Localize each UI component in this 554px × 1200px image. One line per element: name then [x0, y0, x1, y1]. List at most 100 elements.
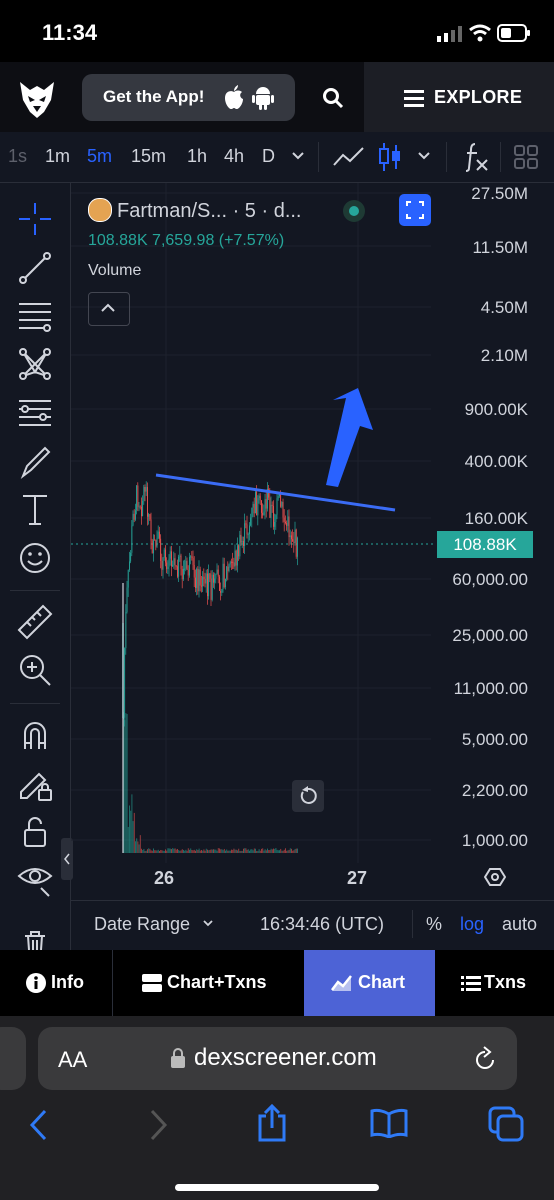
url-text[interactable]: dexscreener.com [194, 1044, 377, 1072]
tab-info[interactable]: Info [0, 950, 112, 1016]
timeframe-5m[interactable]: 5m [87, 146, 112, 167]
volume-bar [173, 848, 175, 853]
volume-bar [195, 850, 196, 853]
candles-icon[interactable] [378, 142, 402, 172]
candle-body [233, 562, 235, 567]
tab-chart-txns[interactable]: Chart+Txns [113, 950, 303, 1016]
candle-body [183, 568, 184, 580]
candle-body [274, 522, 276, 527]
layout-grid-icon[interactable] [514, 145, 538, 169]
previous-tab[interactable] [0, 1027, 26, 1090]
divider [446, 142, 447, 172]
fib-retracement-icon[interactable] [15, 296, 55, 336]
volume-bar [144, 850, 146, 853]
settings-icon[interactable] [484, 866, 506, 888]
candle-body [282, 501, 284, 518]
trend-line-icon[interactable] [15, 248, 55, 288]
unlock-icon[interactable] [15, 812, 55, 852]
chevron-down-icon[interactable] [417, 151, 431, 161]
search-icon[interactable] [322, 87, 344, 109]
reader-settings-button[interactable]: AA [58, 1047, 87, 1073]
reload-icon[interactable] [473, 1046, 497, 1072]
candle-body [213, 574, 214, 583]
auto-toggle[interactable]: auto [502, 914, 537, 935]
timeframe-15m[interactable]: 15m [131, 146, 166, 167]
volume-bar [171, 849, 172, 853]
magnet-icon[interactable] [15, 715, 55, 755]
tab-label: Info [51, 972, 84, 992]
candle-body [263, 511, 265, 516]
candle-body [124, 648, 126, 718]
y-tick: 4.50M [480, 298, 528, 317]
back-icon[interactable] [28, 1109, 50, 1141]
volume-bar [162, 850, 164, 853]
divider [318, 142, 319, 172]
tab-txns[interactable]: Txns [435, 950, 554, 1016]
zoom-in-icon[interactable] [15, 650, 55, 690]
volume-bar [203, 849, 205, 853]
timeframe-1s[interactable]: 1s [8, 146, 27, 167]
volume-bar [250, 849, 252, 853]
volume-bar [189, 849, 190, 853]
lock-drawing-icon[interactable] [15, 764, 55, 804]
volume-bar [211, 849, 213, 853]
candle-body [259, 495, 261, 501]
utc-time[interactable]: 16:34:46 (UTC) [260, 914, 384, 935]
emoji-icon[interactable] [15, 538, 55, 578]
indicators-icon[interactable] [463, 142, 489, 172]
candle-body [199, 569, 201, 586]
candle-body [161, 560, 163, 570]
ruler-icon[interactable] [15, 602, 55, 642]
line-chart-icon[interactable] [333, 145, 365, 169]
date-range-button[interactable]: Date Range [94, 914, 190, 935]
crosshair-icon[interactable] [15, 199, 55, 239]
volume-bar [202, 850, 204, 853]
timeframe-4h[interactable]: 4h [224, 146, 244, 167]
forward-icon[interactable] [147, 1109, 169, 1141]
share-icon[interactable] [256, 1104, 288, 1142]
market-status-dot [349, 206, 359, 216]
tabs-icon[interactable] [488, 1106, 524, 1142]
timeframe-1h[interactable]: 1h [187, 146, 207, 167]
brush-icon[interactable] [15, 442, 55, 482]
volume-bar [126, 714, 128, 853]
volume-bar [214, 849, 216, 853]
lock-icon [171, 1048, 185, 1068]
candle-body [125, 611, 127, 649]
trash-icon[interactable] [22, 930, 48, 950]
pattern-icon[interactable] [15, 344, 55, 384]
candle-body [187, 569, 189, 576]
volume-bar [283, 849, 285, 853]
candle-body [191, 556, 193, 558]
timeframe-1m[interactable]: 1m [45, 146, 70, 167]
volume-bar [235, 849, 237, 853]
candle-body [226, 566, 228, 579]
volume-bar [220, 849, 222, 853]
volume-bar [163, 850, 165, 853]
candle-body [289, 535, 291, 538]
bookmarks-icon[interactable] [370, 1108, 408, 1138]
candle-body [181, 568, 183, 580]
text-tool-icon[interactable] [15, 490, 55, 530]
candle-body [207, 573, 208, 597]
symbol-title[interactable]: Fartman/S... · 5 · d... [117, 200, 302, 223]
candle-body [138, 506, 140, 508]
prediction-icon[interactable] [15, 393, 55, 433]
candle-body [131, 525, 133, 553]
volume-bar [197, 850, 199, 853]
candle-body [238, 545, 240, 557]
percent-toggle[interactable]: % [426, 914, 442, 935]
candle-body [281, 501, 283, 507]
volume-bar [149, 848, 151, 853]
volume-bar [139, 835, 141, 853]
chevron-down-icon[interactable] [291, 151, 305, 161]
eye-icon[interactable] [15, 858, 55, 898]
candle-body [129, 561, 130, 570]
y-tick: 2.10M [480, 346, 528, 365]
volume-bar [178, 850, 180, 853]
dexscreener-logo-icon[interactable] [18, 78, 56, 120]
tab-chart[interactable]: Chart [304, 950, 435, 1016]
timeframe-d[interactable]: D [262, 146, 275, 167]
log-toggle[interactable]: log [460, 914, 484, 935]
fullscreen-icon[interactable] [399, 194, 431, 226]
